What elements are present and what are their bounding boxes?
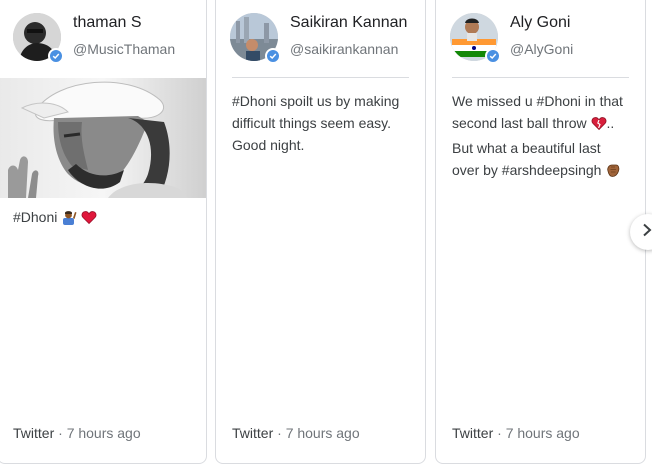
tweet-card[interactable]: Aly Goni @AlyGoni We missed u #Dhoni in … — [435, 0, 646, 464]
author-handle[interactable]: @saikirankannan — [290, 41, 398, 57]
author-name[interactable]: Saikiran Kannan — [290, 14, 415, 32]
tweet-text: #Dhoni — [13, 206, 192, 231]
source-label: Twitter — [232, 425, 274, 441]
separator-dot: · — [497, 425, 502, 441]
hashtag-dhoni[interactable]: #Dhoni — [13, 209, 57, 225]
timestamp: 7 hours ago — [285, 425, 360, 441]
red-heart-emoji — [81, 209, 97, 231]
tweet-footer[interactable]: Twitter · 7 hours ago — [13, 425, 141, 441]
author-handle[interactable]: @MusicThaman — [73, 41, 175, 57]
timestamp: 7 hours ago — [66, 425, 141, 441]
broken-heart-emoji — [591, 115, 607, 137]
source-label: Twitter — [452, 425, 494, 441]
separator-dot: · — [277, 425, 282, 441]
verified-badge-icon — [265, 48, 281, 64]
tweet-card[interactable]: thaman S @MusicThaman #Dhoni Twitter · 7… — [0, 0, 207, 464]
author-handle[interactable]: @AlyGoni — [510, 41, 573, 57]
author-name[interactable]: Aly Goni — [510, 14, 635, 32]
tweet-header: Aly Goni @AlyGoni — [450, 13, 635, 65]
tweet-image[interactable] — [0, 78, 206, 198]
tweet-footer[interactable]: Twitter · 7 hours ago — [232, 425, 360, 441]
tweet-header: thaman S @MusicThaman — [13, 13, 196, 65]
verified-badge-icon — [485, 48, 501, 64]
tweet-header: Saikiran Kannan @saikirankannan — [230, 13, 415, 65]
chevron-right-icon — [641, 223, 652, 242]
tweet-card[interactable]: Saikiran Kannan @saikirankannan #Dhoni s… — [215, 0, 426, 464]
verified-badge-icon — [48, 48, 64, 64]
author-name[interactable]: thaman S — [73, 14, 196, 32]
timestamp: 7 hours ago — [505, 425, 580, 441]
header-divider — [232, 77, 409, 78]
separator-dot: · — [58, 425, 63, 441]
header-divider — [452, 77, 629, 78]
tweet-footer[interactable]: Twitter · 7 hours ago — [452, 425, 580, 441]
tweet-text: We missed u #Dhoni in that second last b… — [452, 90, 631, 184]
source-label: Twitter — [13, 425, 55, 441]
clapping-hands-emoji — [605, 162, 621, 184]
tweet-text: #Dhoni spoilt us by making difficult thi… — [232, 93, 400, 153]
person-raising-hand-emoji — [61, 209, 77, 231]
